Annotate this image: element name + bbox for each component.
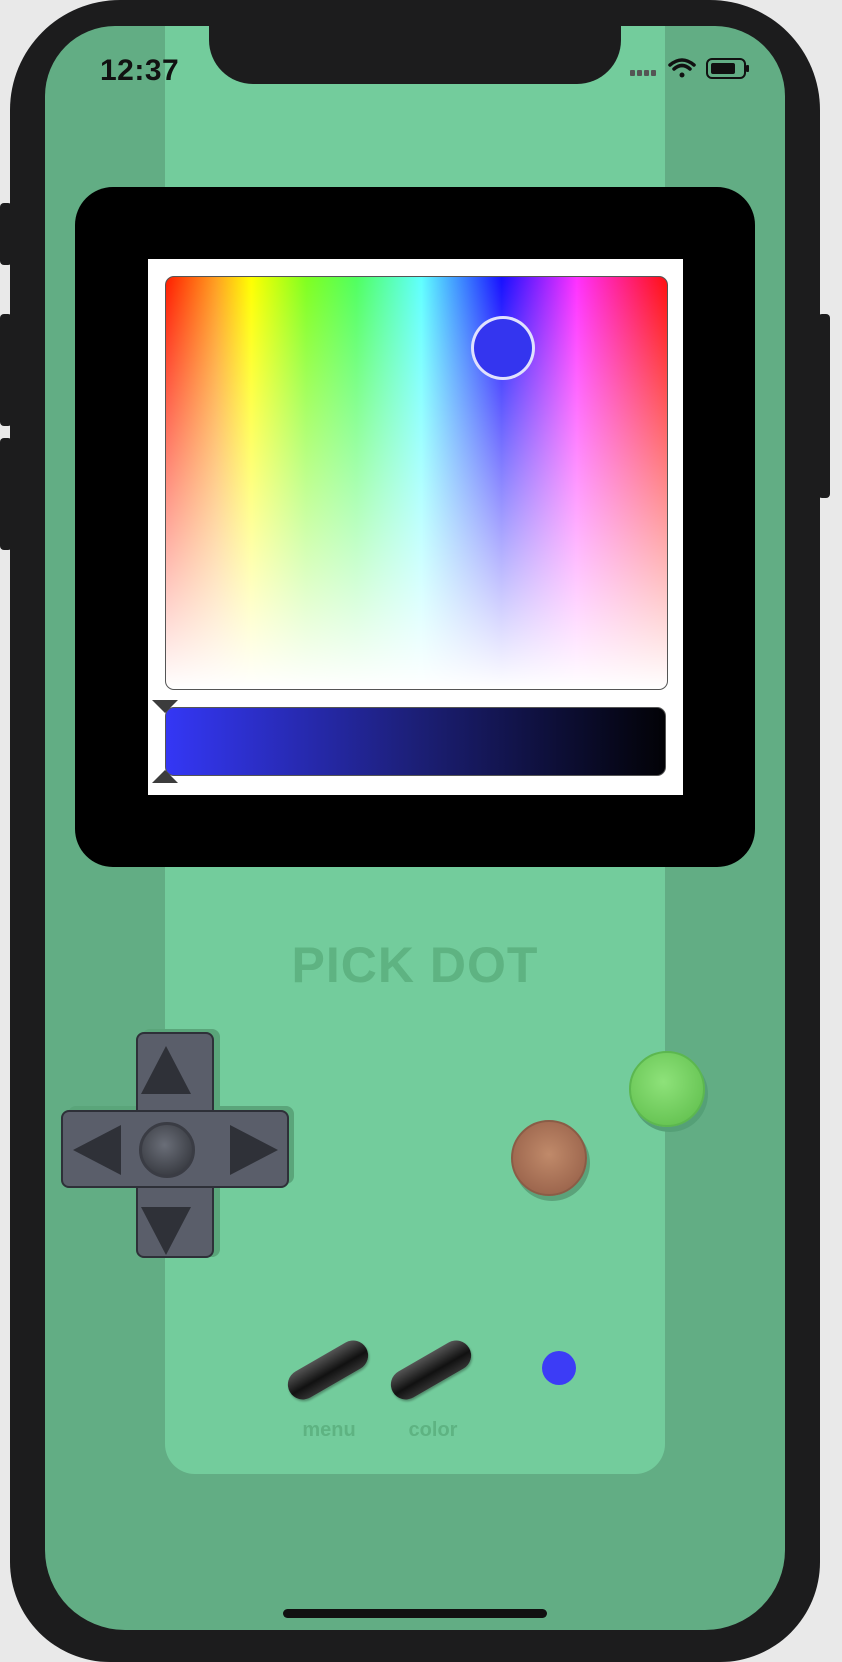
home-indicator[interactable] bbox=[283, 1609, 547, 1618]
volume-up-button bbox=[0, 314, 12, 426]
game-title: PICK DOT bbox=[291, 937, 539, 993]
color-label: color bbox=[408, 1419, 458, 1441]
triangle-up-icon[interactable] bbox=[141, 1046, 191, 1094]
screen: 12:37 PICK DOT menu color bbox=[45, 26, 785, 1630]
triangle-left-icon[interactable] bbox=[73, 1125, 121, 1175]
silent-switch bbox=[0, 203, 12, 265]
a-button[interactable] bbox=[629, 1051, 705, 1127]
volume-down-button bbox=[0, 438, 12, 550]
dpad-center-button[interactable] bbox=[139, 1122, 195, 1178]
current-color-dot bbox=[542, 1351, 576, 1385]
b-button[interactable] bbox=[511, 1120, 587, 1196]
triangle-down-icon[interactable] bbox=[141, 1207, 191, 1255]
triangle-right-icon[interactable] bbox=[230, 1125, 278, 1175]
hue-saturation-field[interactable] bbox=[165, 276, 668, 690]
color-picker-cursor[interactable] bbox=[471, 316, 535, 380]
menu-label: menu bbox=[302, 1419, 356, 1441]
power-button bbox=[818, 314, 830, 498]
brightness-slider[interactable] bbox=[165, 707, 666, 776]
notch bbox=[209, 0, 621, 84]
